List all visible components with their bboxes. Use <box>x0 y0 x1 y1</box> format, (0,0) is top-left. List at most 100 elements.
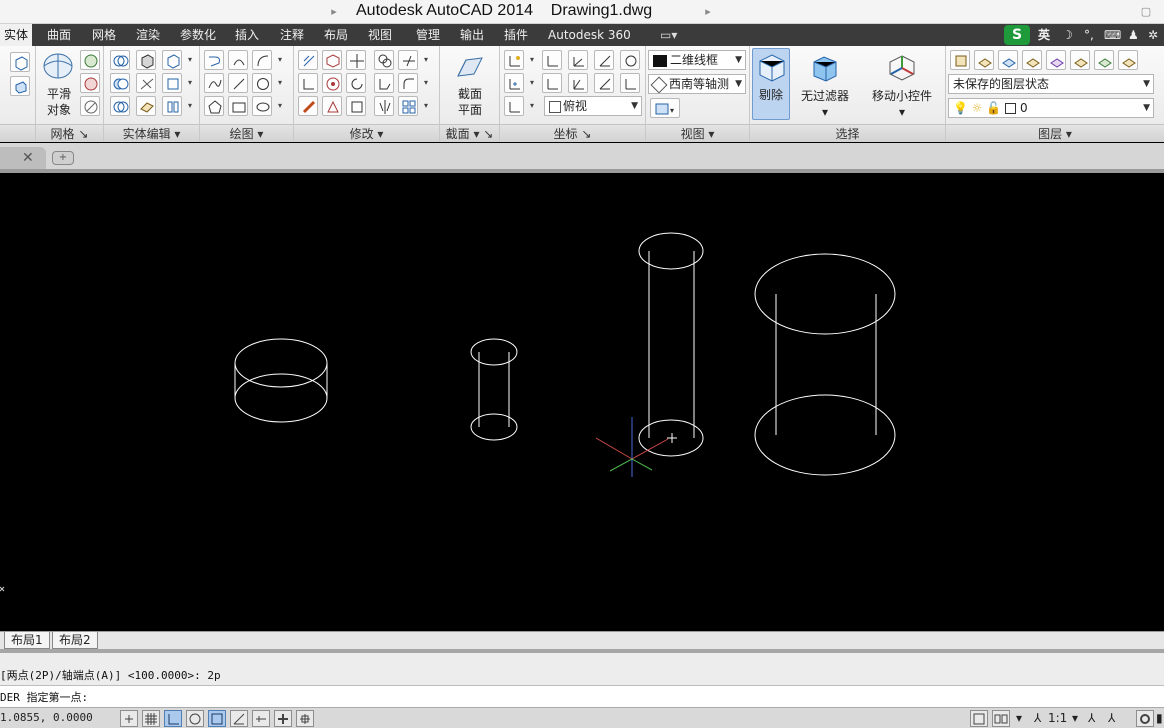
layer-properties-icon[interactable] <box>950 50 970 70</box>
tab-manage[interactable]: 管理 <box>416 24 440 46</box>
subtract-icon[interactable] <box>110 73 130 93</box>
scale-icon[interactable] <box>346 96 366 116</box>
extract-edges-icon[interactable] <box>136 50 156 70</box>
panel-label-modify[interactable]: 修改 ▾ <box>294 124 439 142</box>
section-plane-icon[interactable] <box>454 54 486 82</box>
layer-lock-icon[interactable] <box>1046 50 1066 70</box>
3d-rotate-icon[interactable] <box>322 50 342 70</box>
ucs-world-icon[interactable] <box>542 50 562 70</box>
chevron-icon[interactable]: ▸ <box>700 4 716 20</box>
smooth-object-label[interactable]: 平滑 对象 <box>42 86 76 118</box>
model-button[interactable] <box>970 710 988 727</box>
lock-icon[interactable]: ▮ <box>1156 711 1163 725</box>
tab-plugins[interactable]: 插件 <box>504 24 528 46</box>
viewport-config-icon[interactable]: ▾ <box>650 98 680 118</box>
layer-off-icon[interactable] <box>1022 50 1042 70</box>
erase-icon[interactable] <box>298 96 318 116</box>
ucs-named-icon[interactable] <box>504 96 524 116</box>
chevron-down-icon[interactable]: ▾ <box>422 50 430 70</box>
tab-insert[interactable]: 插入 <box>235 24 259 46</box>
slice-icon[interactable] <box>136 73 156 93</box>
chevron-down-icon[interactable]: ▾ <box>186 73 194 93</box>
layer-state-combo[interactable]: 未保存的图层状态 ▼ <box>948 74 1154 94</box>
moon-icon[interactable]: ☽ <box>1062 24 1073 46</box>
ucs-view-icon[interactable] <box>620 50 640 70</box>
polyline-icon[interactable] <box>204 50 224 70</box>
section-plane-label[interactable]: 截面 平面 <box>450 86 490 118</box>
tab-output[interactable]: 输出 <box>460 24 484 46</box>
user-icon[interactable]: ♟ <box>1128 24 1139 46</box>
mesh-crease-icon[interactable] <box>80 73 100 93</box>
mesh-refine-icon[interactable] <box>80 50 100 70</box>
layer-combo[interactable]: 💡 ☼ 🔓 0 ▼ <box>948 98 1154 118</box>
no-filter-icon[interactable] <box>810 54 840 82</box>
arc-icon[interactable] <box>252 50 272 70</box>
box-icon[interactable] <box>10 52 30 72</box>
polar-button[interactable] <box>186 710 204 727</box>
tab-surface[interactable]: 曲面 <box>47 24 71 46</box>
circle-icon[interactable] <box>252 73 272 93</box>
stretch-icon[interactable] <box>374 73 394 93</box>
offset-icon[interactable] <box>298 50 318 70</box>
layer-match-icon[interactable] <box>1070 50 1090 70</box>
layer-freeze-icon[interactable] <box>998 50 1018 70</box>
layer-walk-icon[interactable] <box>1094 50 1114 70</box>
imprint-icon[interactable] <box>162 73 182 93</box>
trim-icon[interactable] <box>398 50 418 70</box>
tab-annotate[interactable]: 注释 <box>280 24 304 46</box>
chevron-down-icon[interactable]: ▾ <box>422 73 430 93</box>
new-tab-button[interactable]: + <box>52 151 74 165</box>
panel-label-coordinates[interactable]: 坐标 ↘ <box>500 124 645 142</box>
mirror-icon[interactable] <box>374 96 394 116</box>
extend-icon[interactable] <box>298 73 318 93</box>
tab-autodesk-360[interactable]: Autodesk 360 <box>548 24 631 46</box>
3d-align-icon[interactable] <box>322 96 342 116</box>
cylinder-1[interactable] <box>234 338 328 423</box>
smooth-object-icon[interactable] <box>42 52 74 80</box>
tab-layout-1[interactable]: 布局1 <box>4 632 50 649</box>
annotation-scale-icon[interactable]: ⅄ <box>1034 711 1041 725</box>
osnap-button[interactable] <box>208 710 226 727</box>
settings-icon[interactable]: ✲ <box>1148 24 1158 46</box>
punctuation-icon[interactable]: °, <box>1084 24 1094 46</box>
dyn-button[interactable] <box>296 710 314 727</box>
copy-icon[interactable] <box>374 50 394 70</box>
panel-label-solid-editing[interactable]: 实体编辑 ▾ <box>104 124 199 142</box>
ducs-button[interactable] <box>274 710 292 727</box>
visual-style-combo[interactable]: 二维线框 ▼ <box>648 50 746 70</box>
chevron-down-icon[interactable]: ▾ <box>186 96 194 116</box>
ucs-view-combo[interactable]: 俯视 ▼ <box>544 96 642 116</box>
ucs-z-icon[interactable] <box>620 73 640 93</box>
chevron-icon[interactable]: ▸ <box>326 4 342 20</box>
chevron-down-icon[interactable]: ▾ <box>528 50 536 70</box>
tab-solid[interactable]: 实体 <box>0 24 33 46</box>
spline-icon[interactable] <box>204 73 224 93</box>
3d-array-icon[interactable] <box>322 73 342 93</box>
panel-label-section[interactable]: 截面 ▾ ↘ <box>440 124 499 142</box>
close-icon[interactable]: ✕ <box>22 150 34 166</box>
union-icon[interactable] <box>110 50 130 70</box>
culling-button[interactable]: 剔除 <box>752 48 790 120</box>
ellipse-icon[interactable] <box>252 96 272 116</box>
view-preset-combo[interactable]: 西南等轴测 ▼ <box>648 74 746 94</box>
ucs-object-icon[interactable] <box>594 73 614 93</box>
extrude-icon[interactable] <box>10 76 30 96</box>
ortho-button[interactable] <box>164 710 182 727</box>
ribbon-options-icon[interactable]: ▭▾ <box>660 24 677 46</box>
chevron-down-icon[interactable]: ▾ <box>276 96 284 116</box>
workspace-gear-icon[interactable] <box>1136 710 1154 727</box>
chevron-down-icon[interactable]: ▾ <box>276 50 284 70</box>
ucs-x-icon[interactable] <box>568 50 588 70</box>
separate-icon[interactable] <box>162 96 182 116</box>
annotation-visibility-icon[interactable]: ⅄ <box>1088 711 1095 725</box>
tab-mesh[interactable]: 网格 <box>92 24 116 46</box>
chevron-down-icon[interactable]: ▾ <box>1072 711 1078 725</box>
solid-cube-icon[interactable] <box>162 50 182 70</box>
ucs-previous-icon[interactable] <box>542 73 562 93</box>
panel-label-view[interactable]: 视图 ▾ <box>646 124 749 142</box>
line-icon[interactable] <box>228 73 248 93</box>
auto-scale-icon[interactable]: ⅄ <box>1108 711 1115 725</box>
coordinate-readout[interactable]: 1.0855, 0.0000 <box>0 711 93 724</box>
ucs-icon[interactable] <box>504 50 524 70</box>
drawing-canvas[interactable] <box>0 177 1164 631</box>
